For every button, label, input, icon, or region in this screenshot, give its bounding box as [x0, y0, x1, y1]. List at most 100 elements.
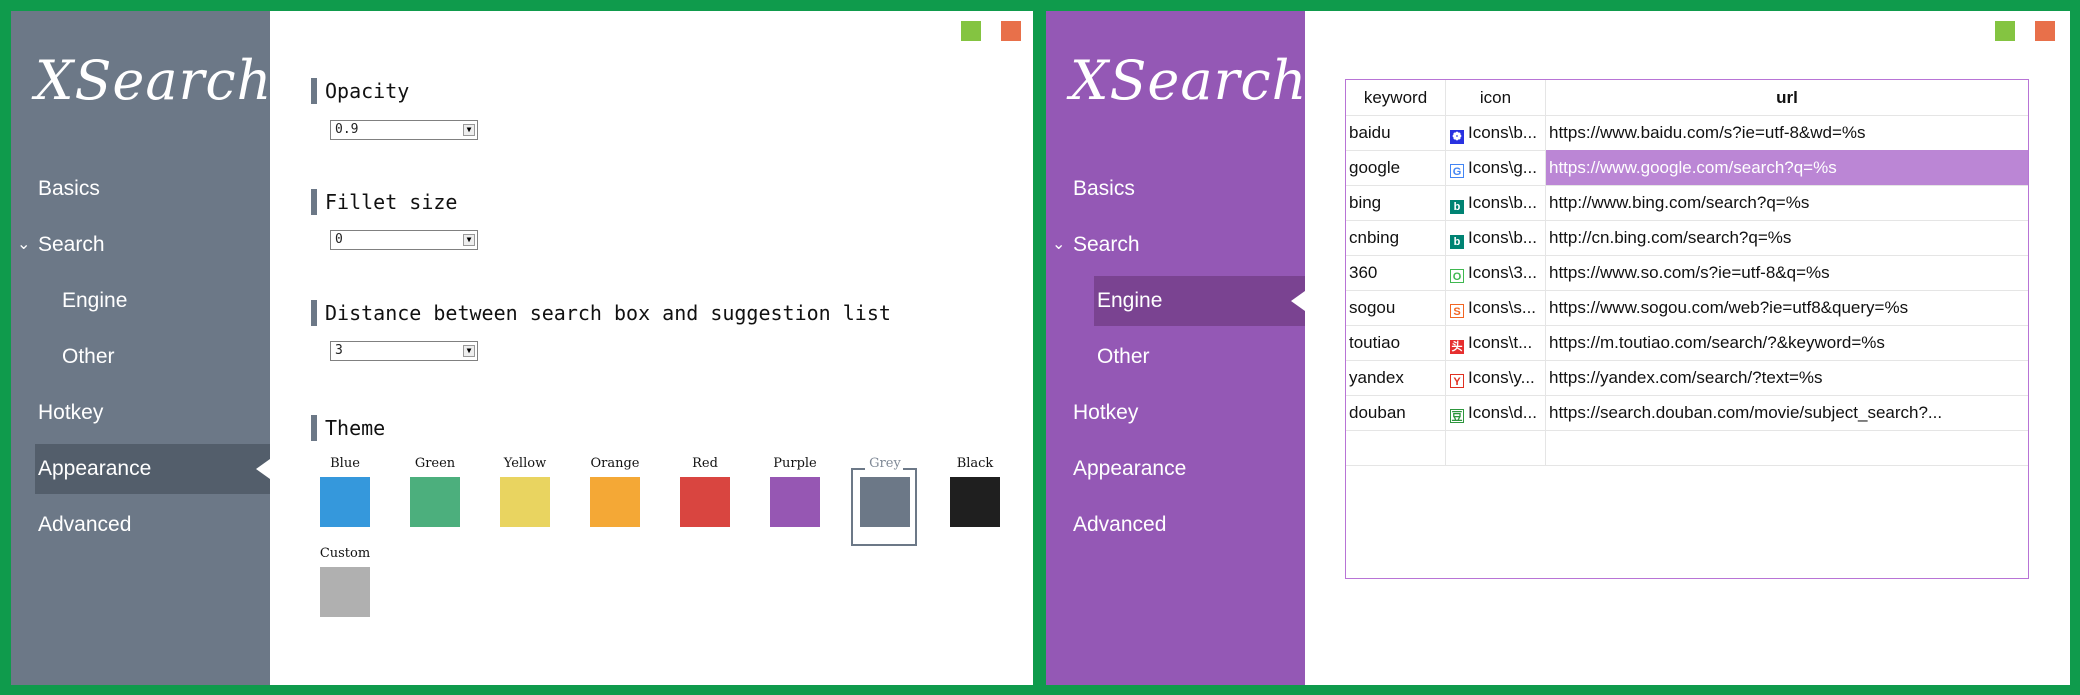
douban-icon: 豆 [1450, 409, 1464, 423]
swatch-label-purple: Purple [773, 456, 817, 471]
minimize-button[interactable] [1995, 21, 2015, 41]
table-row[interactable] [1346, 430, 2028, 466]
theme-swatch-yellow[interactable] [500, 477, 550, 527]
nav-item-search[interactable]: ⌄ Search [1046, 220, 1305, 270]
360-icon: O [1450, 269, 1464, 283]
cell-url[interactable]: https://www.sogou.com/web?ie=utf8&query=… [1546, 290, 2028, 325]
cell-url[interactable] [1546, 430, 2028, 465]
nav-item-advanced[interactable]: Advanced [1046, 500, 1305, 550]
cell-keyword[interactable]: 360 [1346, 255, 1446, 290]
nav-item-appearance[interactable]: Appearance [11, 444, 270, 494]
nav-label: Basics [1073, 177, 1135, 200]
cell-icon[interactable]: b Icons\b... [1446, 185, 1546, 220]
chevron-down-icon[interactable]: ⌄ [17, 220, 30, 270]
nav-item-advanced[interactable]: Advanced [11, 500, 270, 550]
column-header-keyword[interactable]: keyword [1346, 80, 1446, 115]
cell-keyword[interactable]: bing [1346, 185, 1446, 220]
cell-url[interactable]: http://cn.bing.com/search?q=%s [1546, 220, 2028, 255]
dropdown-arrow-icon[interactable]: ▼ [463, 234, 475, 246]
table-row[interactable]: yandex Y Icons\y... https://yandex.com/sear… [1346, 360, 2028, 396]
theme-swatch-red[interactable] [680, 477, 730, 527]
cell-keyword[interactable]: sogou [1346, 290, 1446, 325]
theme-swatch-black[interactable] [950, 477, 1000, 527]
distance-select[interactable]: 3 ▼ [330, 341, 478, 361]
icon-path: Icons\b... [1468, 228, 1537, 247]
cell-icon[interactable]: ❁ Icons\b... [1446, 115, 1546, 150]
table-row[interactable]: google G Icons\g... https://www.google.com/… [1346, 150, 2028, 186]
cell-icon[interactable]: G Icons\g... [1446, 150, 1546, 185]
opacity-select[interactable]: 0.9 ▼ [330, 120, 478, 140]
cell-keyword[interactable]: cnbing [1346, 220, 1446, 255]
cell-url[interactable]: https://yandex.com/search/?text=%s [1546, 360, 2028, 395]
icon-path: Icons\y... [1468, 368, 1535, 387]
theme-swatch-grey[interactable] [860, 477, 910, 527]
cell-url[interactable]: https://search.douban.com/movie/subject_… [1546, 395, 2028, 430]
cell-keyword[interactable]: google [1346, 150, 1446, 185]
table-row[interactable]: baidu ❁ Icons\b... https://www.baidu.com/s?… [1346, 115, 2028, 151]
theme-swatch-blue[interactable] [320, 477, 370, 527]
dropdown-arrow-icon[interactable]: ▼ [463, 124, 475, 136]
dropdown-arrow-icon[interactable]: ▼ [463, 345, 475, 357]
cell-url[interactable]: https://www.baidu.com/s?ie=utf-8&wd=%s [1546, 115, 2028, 150]
cell-keyword[interactable]: douban [1346, 395, 1446, 430]
fillet-select[interactable]: 0 ▼ [330, 230, 478, 250]
table-row[interactable]: toutiao 头 Icons\t... https://m.toutiao.com/… [1346, 325, 2028, 361]
table-row[interactable]: bing b Icons\b... http://www.bing.com/searc… [1346, 185, 2028, 221]
cell-url[interactable]: https://www.google.com/search?q=%s [1546, 150, 2028, 185]
google-icon: G [1450, 164, 1464, 178]
sogou-icon: S [1450, 304, 1464, 318]
nav-item-appearance[interactable]: Appearance [1046, 444, 1305, 494]
nav-item-engine[interactable]: Engine [1046, 276, 1305, 326]
close-button[interactable] [2035, 21, 2055, 41]
table-row[interactable]: douban 豆 Icons\d... https://search.douban.c… [1346, 395, 2028, 431]
settings-window-engine: XSearch Basics ⌄ Search Engine Other Hot… [1046, 11, 2070, 685]
nav-item-engine[interactable]: Engine [11, 276, 270, 326]
cell-keyword[interactable]: baidu [1346, 115, 1446, 150]
nav-label: Other [62, 345, 115, 368]
sidebar: XSearch Basics ⌄ Search Engine Other Hot… [11, 11, 273, 685]
cell-icon[interactable]: Y Icons\y... [1446, 360, 1546, 395]
nav-label: Search [1073, 233, 1140, 256]
cell-keyword[interactable] [1346, 430, 1446, 465]
theme-swatch-purple[interactable] [770, 477, 820, 527]
nav-item-basics[interactable]: Basics [1046, 164, 1305, 214]
theme-title: Theme [311, 415, 385, 441]
cell-icon[interactable]: 头 Icons\t... [1446, 325, 1546, 360]
cell-icon[interactable]: O Icons\3... [1446, 255, 1546, 290]
theme-swatch-orange[interactable] [590, 477, 640, 527]
cell-url[interactable]: https://www.so.com/s?ie=utf-8&q=%s [1546, 255, 2028, 290]
nav-item-hotkey[interactable]: Hotkey [11, 388, 270, 438]
theme-swatch-custom[interactable] [320, 567, 370, 617]
nav-item-search[interactable]: ⌄ Search [11, 220, 270, 270]
swatch-label-grey: Grey [869, 456, 901, 471]
nav-label: Engine [62, 289, 128, 312]
cell-url[interactable]: http://www.bing.com/search?q=%s [1546, 185, 2028, 220]
cell-icon[interactable]: 豆 Icons\d... [1446, 395, 1546, 430]
cell-icon[interactable]: S Icons\s... [1446, 290, 1546, 325]
minimize-button[interactable] [961, 21, 981, 41]
table-row[interactable]: 360 O Icons\3... https://www.so.com/s?ie=ut… [1346, 255, 2028, 291]
theme-swatch-green[interactable] [410, 477, 460, 527]
nav-item-other[interactable]: Other [11, 332, 270, 382]
bing-icon: b [1450, 200, 1464, 214]
app-logo: XSearch [35, 49, 273, 112]
cell-url[interactable]: https://m.toutiao.com/search/?&keyword=%… [1546, 325, 2028, 360]
cell-icon[interactable]: b Icons\b... [1446, 220, 1546, 255]
nav-item-other[interactable]: Other [1046, 332, 1305, 382]
swatch-label-blue: Blue [330, 456, 360, 471]
sidebar: XSearch Basics ⌄ Search Engine Other Hot… [1046, 11, 1306, 685]
table-row[interactable]: cnbing b Icons\b... http://cn.bing.com/sear… [1346, 220, 2028, 256]
column-header-icon[interactable]: icon [1446, 80, 1546, 115]
cell-keyword[interactable]: yandex [1346, 360, 1446, 395]
cell-keyword[interactable]: toutiao [1346, 325, 1446, 360]
column-header-url[interactable]: url [1546, 80, 2028, 115]
chevron-down-icon[interactable]: ⌄ [1052, 220, 1065, 270]
swatch-label-green: Green [414, 456, 456, 471]
cell-icon[interactable] [1446, 430, 1546, 465]
table-row[interactable]: sogou S Icons\s... https://www.sogou.com/we… [1346, 290, 2028, 326]
nav-item-basics[interactable]: Basics [11, 164, 270, 214]
close-button[interactable] [1001, 21, 1021, 41]
nav-item-hotkey[interactable]: Hotkey [1046, 388, 1305, 438]
engine-table[interactable]: keyword icon url baidu ❁ Icons\b... https:/… [1345, 79, 2029, 579]
swatch-label-orange: Orange [590, 456, 640, 471]
